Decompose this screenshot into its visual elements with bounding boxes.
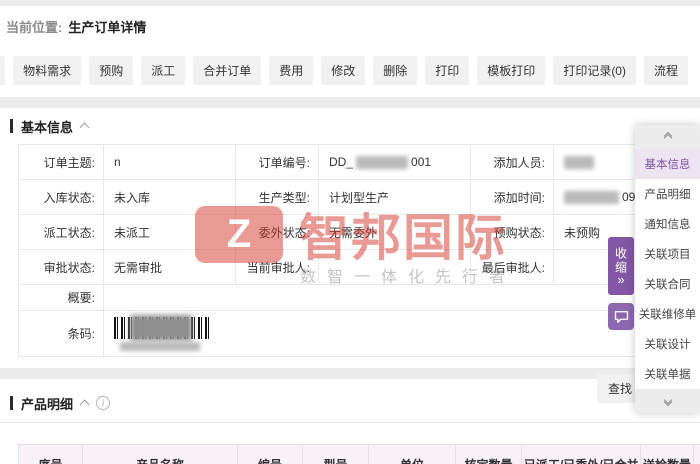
production-type-value: 计划型生产: [319, 180, 471, 215]
header-divider-line: [0, 422, 700, 423]
material-demand-button[interactable]: 物料需求: [13, 56, 82, 85]
order-no-prefix: DD_: [329, 155, 354, 169]
col-inspection-qty: 送检数量: [641, 445, 694, 464]
collapse-panel-button[interactable]: 收缩 »: [608, 237, 634, 295]
current-approver-label: 当前审批人:: [236, 250, 319, 285]
order-no-label: 订单编号:: [236, 145, 319, 180]
menu-item-related-repair[interactable]: 关联维修单: [635, 299, 700, 329]
col-approved-qty: 核定数量: [456, 445, 522, 464]
prepurchase-button[interactable]: 预购: [89, 56, 134, 85]
approval-status-label: 审批状态:: [19, 250, 104, 285]
template-print-button[interactable]: 模板打印: [477, 56, 546, 85]
col-partial: 合: [694, 445, 700, 464]
redacted-added-time: [564, 190, 619, 204]
notify-button[interactable]: 通知: [0, 56, 6, 85]
menu-scroll-down[interactable]: [635, 389, 700, 413]
section-marker: [10, 119, 13, 133]
merge-order-button[interactable]: 合并订单: [193, 56, 262, 85]
approval-status-value: 无需审批: [104, 250, 236, 285]
edit-button[interactable]: 修改: [321, 56, 366, 85]
menu-item-related-doc[interactable]: 关联单据: [635, 359, 700, 389]
col-seq: 序号: [19, 445, 83, 464]
redacted-barcode: [130, 314, 192, 341]
expense-button[interactable]: 费用: [269, 56, 314, 85]
collapse-up-icon[interactable]: [79, 122, 90, 133]
menu-scroll-up[interactable]: [635, 125, 700, 149]
current-approver-value: [319, 250, 471, 285]
col-unit: 单位: [369, 445, 456, 464]
stockin-status-value: 未入库: [104, 180, 236, 215]
menu-item-notify-info[interactable]: 通知信息: [635, 209, 700, 239]
col-dispatched-qty: 已派工/已委外/已合并: [522, 445, 641, 464]
print-record-button[interactable]: 打印记录(0): [553, 56, 636, 85]
redacted-added-by: [564, 155, 594, 169]
outsource-status-label: 委外状态:: [236, 215, 319, 250]
breadcrumb: 当前位置: 生产订单详情: [0, 6, 700, 44]
product-detail-title: 产品明细: [21, 396, 74, 412]
order-no-value: DD_ 001: [319, 145, 471, 180]
summary-label: 概要:: [19, 285, 104, 311]
col-model: 型号: [303, 445, 369, 464]
anchor-side-menu: 基本信息 产品明细 通知信息 关联项目 关联合同 关联维修单 关联设计 关联单据: [635, 125, 700, 413]
product-detail-section: 产品明细 i 序号 产品名称 编号 型号 单位 核定数量 已派工/已委外/已合并…: [0, 379, 700, 464]
added-time-label: 添加时间:: [471, 180, 554, 215]
toolbar: 通知 物料需求 预购 派工 合并订单 费用 修改 删除 打印 模板打印 打印记录…: [0, 44, 700, 97]
breadcrumb-label: 当前位置:: [6, 20, 63, 35]
redacted-order-no: [356, 155, 409, 169]
divider-strip-2: [0, 368, 700, 379]
info-icon[interactable]: i: [96, 396, 111, 410]
barcode-block: [114, 314, 209, 351]
col-number: 编号: [238, 445, 303, 464]
menu-item-related-project[interactable]: 关联项目: [635, 239, 700, 269]
outsource-status-value: 无需委外: [319, 215, 471, 250]
section-marker-2: [10, 396, 13, 410]
stockin-status-label: 入库状态:: [19, 180, 104, 215]
redacted-barcode-text: [120, 341, 200, 351]
collapse-up-icon-2[interactable]: [79, 399, 90, 410]
menu-item-product-detail[interactable]: 产品明细: [635, 179, 700, 209]
order-subject-value: n: [104, 145, 236, 180]
dispatch-button[interactable]: 派工: [141, 56, 186, 85]
prepurchase-status-label: 预购状态:: [471, 215, 554, 250]
dispatch-status-label: 派工状态:: [19, 215, 104, 250]
product-detail-header: 产品明细 i: [0, 379, 700, 413]
last-approver-label: 最后审批人:: [471, 250, 554, 285]
production-type-label: 生产类型:: [236, 180, 319, 215]
basic-info-table: 订单主题: n 订单编号: DD_ 001 添加人员: 入库状态: 未入库 生产…: [18, 144, 700, 357]
menu-item-related-design[interactable]: 关联设计: [635, 329, 700, 359]
dispatch-status-value: 未派工: [104, 215, 236, 250]
basic-info-section: 基本信息 订单主题: n 订单编号: DD_ 001 添加人员: 入库状态: 未…: [0, 108, 700, 357]
delete-button[interactable]: 删除: [373, 56, 418, 85]
added-by-label: 添加人员:: [471, 145, 554, 180]
basic-info-header: 基本信息: [0, 108, 700, 135]
basic-info-title: 基本信息: [21, 119, 74, 135]
col-product-name: 产品名称: [83, 445, 238, 464]
workflow-button[interactable]: 流程: [643, 56, 688, 85]
product-table-header: 序号 产品名称 编号 型号 单位 核定数量 已派工/已委外/已合并 送检数量 合: [18, 444, 700, 464]
divider-strip: [0, 97, 700, 108]
order-no-suffix: 001: [411, 155, 432, 169]
double-arrow-right-icon: »: [617, 272, 625, 287]
menu-item-related-contract[interactable]: 关联合同: [635, 269, 700, 299]
page-title: 生产订单详情: [68, 20, 147, 35]
order-subject-label: 订单主题:: [19, 145, 104, 180]
chat-bubble-icon: [614, 310, 628, 323]
menu-item-basic-info[interactable]: 基本信息: [635, 149, 700, 179]
print-button[interactable]: 打印: [425, 56, 470, 85]
barcode-label: 条码:: [19, 311, 104, 357]
barcode-image: [114, 314, 209, 341]
collapse-label: 收缩: [613, 247, 628, 275]
comment-button[interactable]: [608, 303, 634, 330]
